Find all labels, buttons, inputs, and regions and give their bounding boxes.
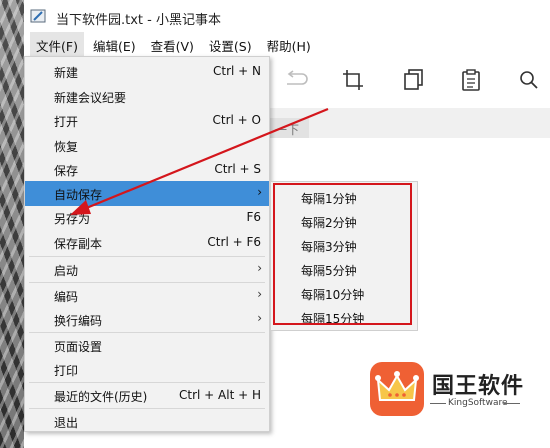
menu-item-startup[interactable]: 启动 › [25,257,269,282]
crown-logo-icon [370,362,424,416]
menu-item-label: 最近的文件(历史) [54,390,148,404]
menu-item-label: 打开 [54,115,79,129]
menu-edit[interactable]: 编辑(E) [87,32,142,59]
menu-bar: 文件(F) 编辑(E) 查看(V) 设置(S) 帮助(H) [24,31,550,59]
redo-icon[interactable] [281,64,313,96]
logo-divider [430,403,446,404]
menu-item-new[interactable]: 新建 Ctrl + N [25,59,269,84]
menu-item-save[interactable]: 保存 Ctrl + S [25,157,269,182]
search-icon[interactable] [513,64,545,96]
submenu-arrow-icon: › [257,287,262,301]
menu-item-shortcut: Ctrl + S [214,162,261,176]
copy-icon[interactable] [398,64,430,96]
submenu-arrow-icon: › [257,185,262,199]
logo-divider [504,403,520,404]
menu-item-label: 新建会议纪要 [54,91,127,105]
menu-item-label: 自动保存 [54,188,103,202]
menu-item-shortcut: Ctrl + N [212,64,261,78]
menu-item-line-ending[interactable]: 换行编码 › [25,307,269,332]
logo-subtitle: KingSoftware [448,398,508,408]
menu-item-print[interactable]: 打印 [25,357,269,382]
menu-item-page-setup[interactable]: 页面设置 [25,333,269,358]
file-menu-dropdown: 新建 Ctrl + N 新建会议纪要 打开 Ctrl + O 恢复 保存 Ctr… [24,56,270,432]
menu-item-label: 打印 [54,364,79,378]
menu-item-recent-files[interactable]: 最近的文件(历史) Ctrl + Alt + H [25,383,269,408]
submenu-arrow-icon: › [257,311,262,325]
menu-item-shortcut: Ctrl + Alt + H [179,388,261,402]
menu-item-label: 换行编码 [54,314,103,328]
menu-item-open[interactable]: 打开 Ctrl + O [25,108,269,133]
menu-settings[interactable]: 设置(S) [203,32,258,59]
menu-item-restore[interactable]: 恢复 [25,133,269,158]
menu-item-autosave[interactable]: 自动保存 › [25,181,269,206]
menu-help[interactable]: 帮助(H) [261,32,317,59]
menu-item-save-as[interactable]: 另存为 F6 [25,205,269,230]
menu-item-label: 保存 [54,164,79,178]
menu-item-save-copy[interactable]: 保存副本 Ctrl + F6 [25,230,269,255]
menu-item-shortcut: F6 [246,210,261,224]
window-title: 当下软件园.txt - 小黑记事本 [56,13,221,28]
menu-item-label: 退出 [54,416,79,430]
crop-icon[interactable] [337,64,369,96]
kingsoftware-logo: 国王软件 KingSoftware [370,362,523,418]
notepad-app-icon [30,9,46,23]
menu-item-encoding[interactable]: 编码 › [25,283,269,308]
menu-item-label: 页面设置 [54,340,103,354]
menu-item-label: 恢复 [54,140,79,154]
menu-item-shortcut: Ctrl + O [212,113,261,127]
clipboard-icon[interactable] [455,64,487,96]
menu-item-exit[interactable]: 退出 [25,409,269,434]
menu-item-label: 另存为 [54,212,91,226]
menu-item-label: 保存副本 [54,237,103,251]
menu-item-shortcut: Ctrl + F6 [207,235,261,249]
menu-file[interactable]: 文件(F) [30,31,84,59]
menu-item-new-meeting-notes[interactable]: 新建会议纪要 [25,84,269,109]
submenu-arrow-icon: › [257,261,262,275]
menu-view[interactable]: 查看(V) [145,32,200,59]
menu-item-label: 新建 [54,66,79,80]
menu-item-label: 编码 [54,290,79,304]
menu-item-label: 启动 [54,264,79,278]
highlight-annotation-box [273,183,412,325]
document-tab[interactable]: 一下 [269,118,309,138]
title-bar: 当下软件园.txt - 小黑记事本 [24,0,550,32]
document-tab-label: 一下 [275,123,300,137]
logo-name: 国王软件 [432,374,525,399]
